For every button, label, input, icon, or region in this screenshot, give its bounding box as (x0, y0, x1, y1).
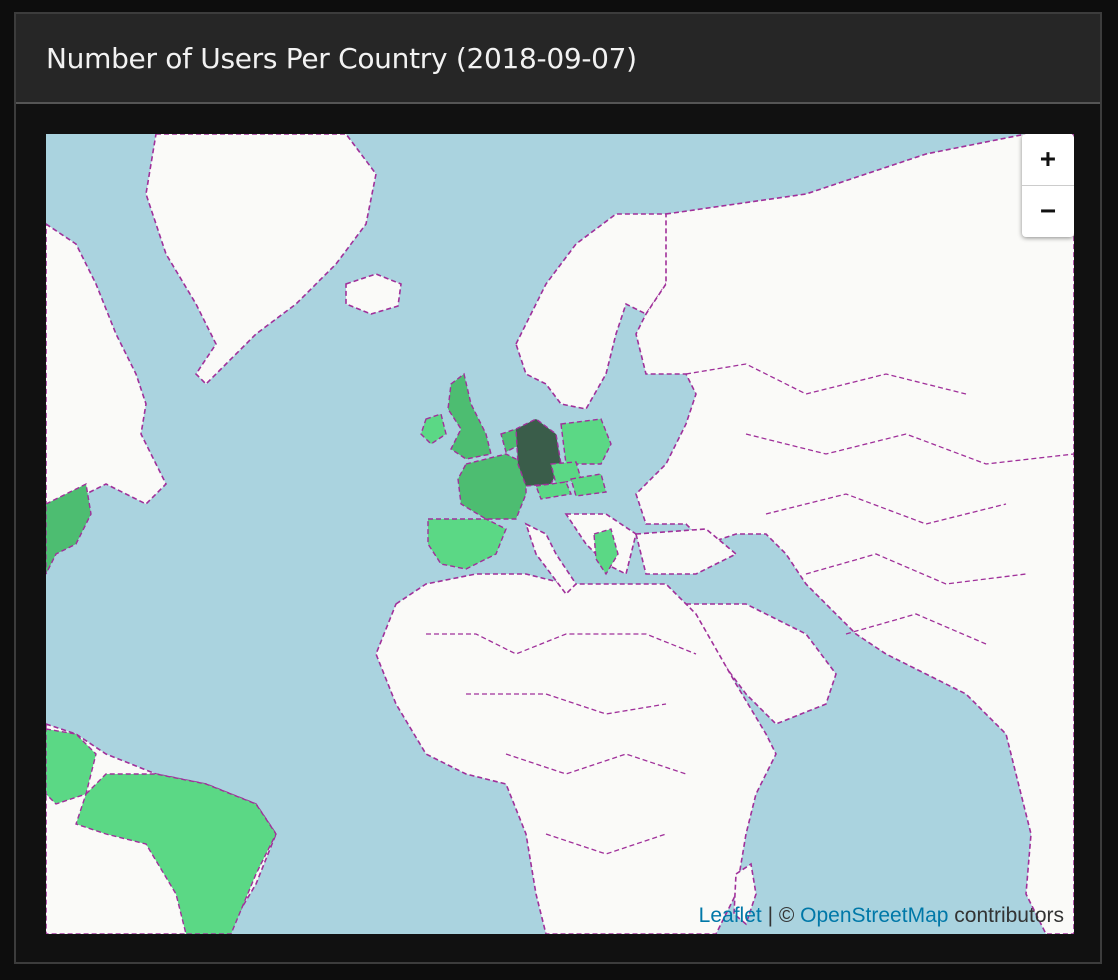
zoom-in-button[interactable]: + (1022, 134, 1074, 186)
attribution-suffix: contributors (948, 904, 1064, 927)
zoom-out-button[interactable]: − (1022, 186, 1074, 237)
land-north-america (46, 223, 167, 505)
panel-title: Number of Users Per Country (2018-09-07) (46, 41, 637, 75)
country-poland (560, 418, 612, 465)
land-greenland (145, 134, 377, 386)
world-map[interactable]: + − Leaflet | © OpenStreetMap contributo… (46, 134, 1074, 934)
zoom-control: + − (1022, 134, 1074, 237)
country-france (457, 453, 527, 520)
panel-header: Number of Users Per Country (2018-09-07) (16, 14, 1100, 104)
land-iceland (345, 273, 402, 315)
map-tiles[interactable] (46, 134, 1074, 934)
attribution-separator: | © (761, 904, 801, 927)
country-ireland (420, 413, 447, 445)
map-panel: Number of Users Per Country (2018-09-07) (14, 12, 1102, 964)
country-spain (427, 518, 507, 570)
map-attribution: Leaflet | © OpenStreetMap contributors (699, 904, 1064, 928)
country-united-kingdom (447, 372, 492, 460)
openstreetmap-link[interactable]: OpenStreetMap (800, 904, 948, 927)
leaflet-link[interactable]: Leaflet (699, 904, 762, 927)
